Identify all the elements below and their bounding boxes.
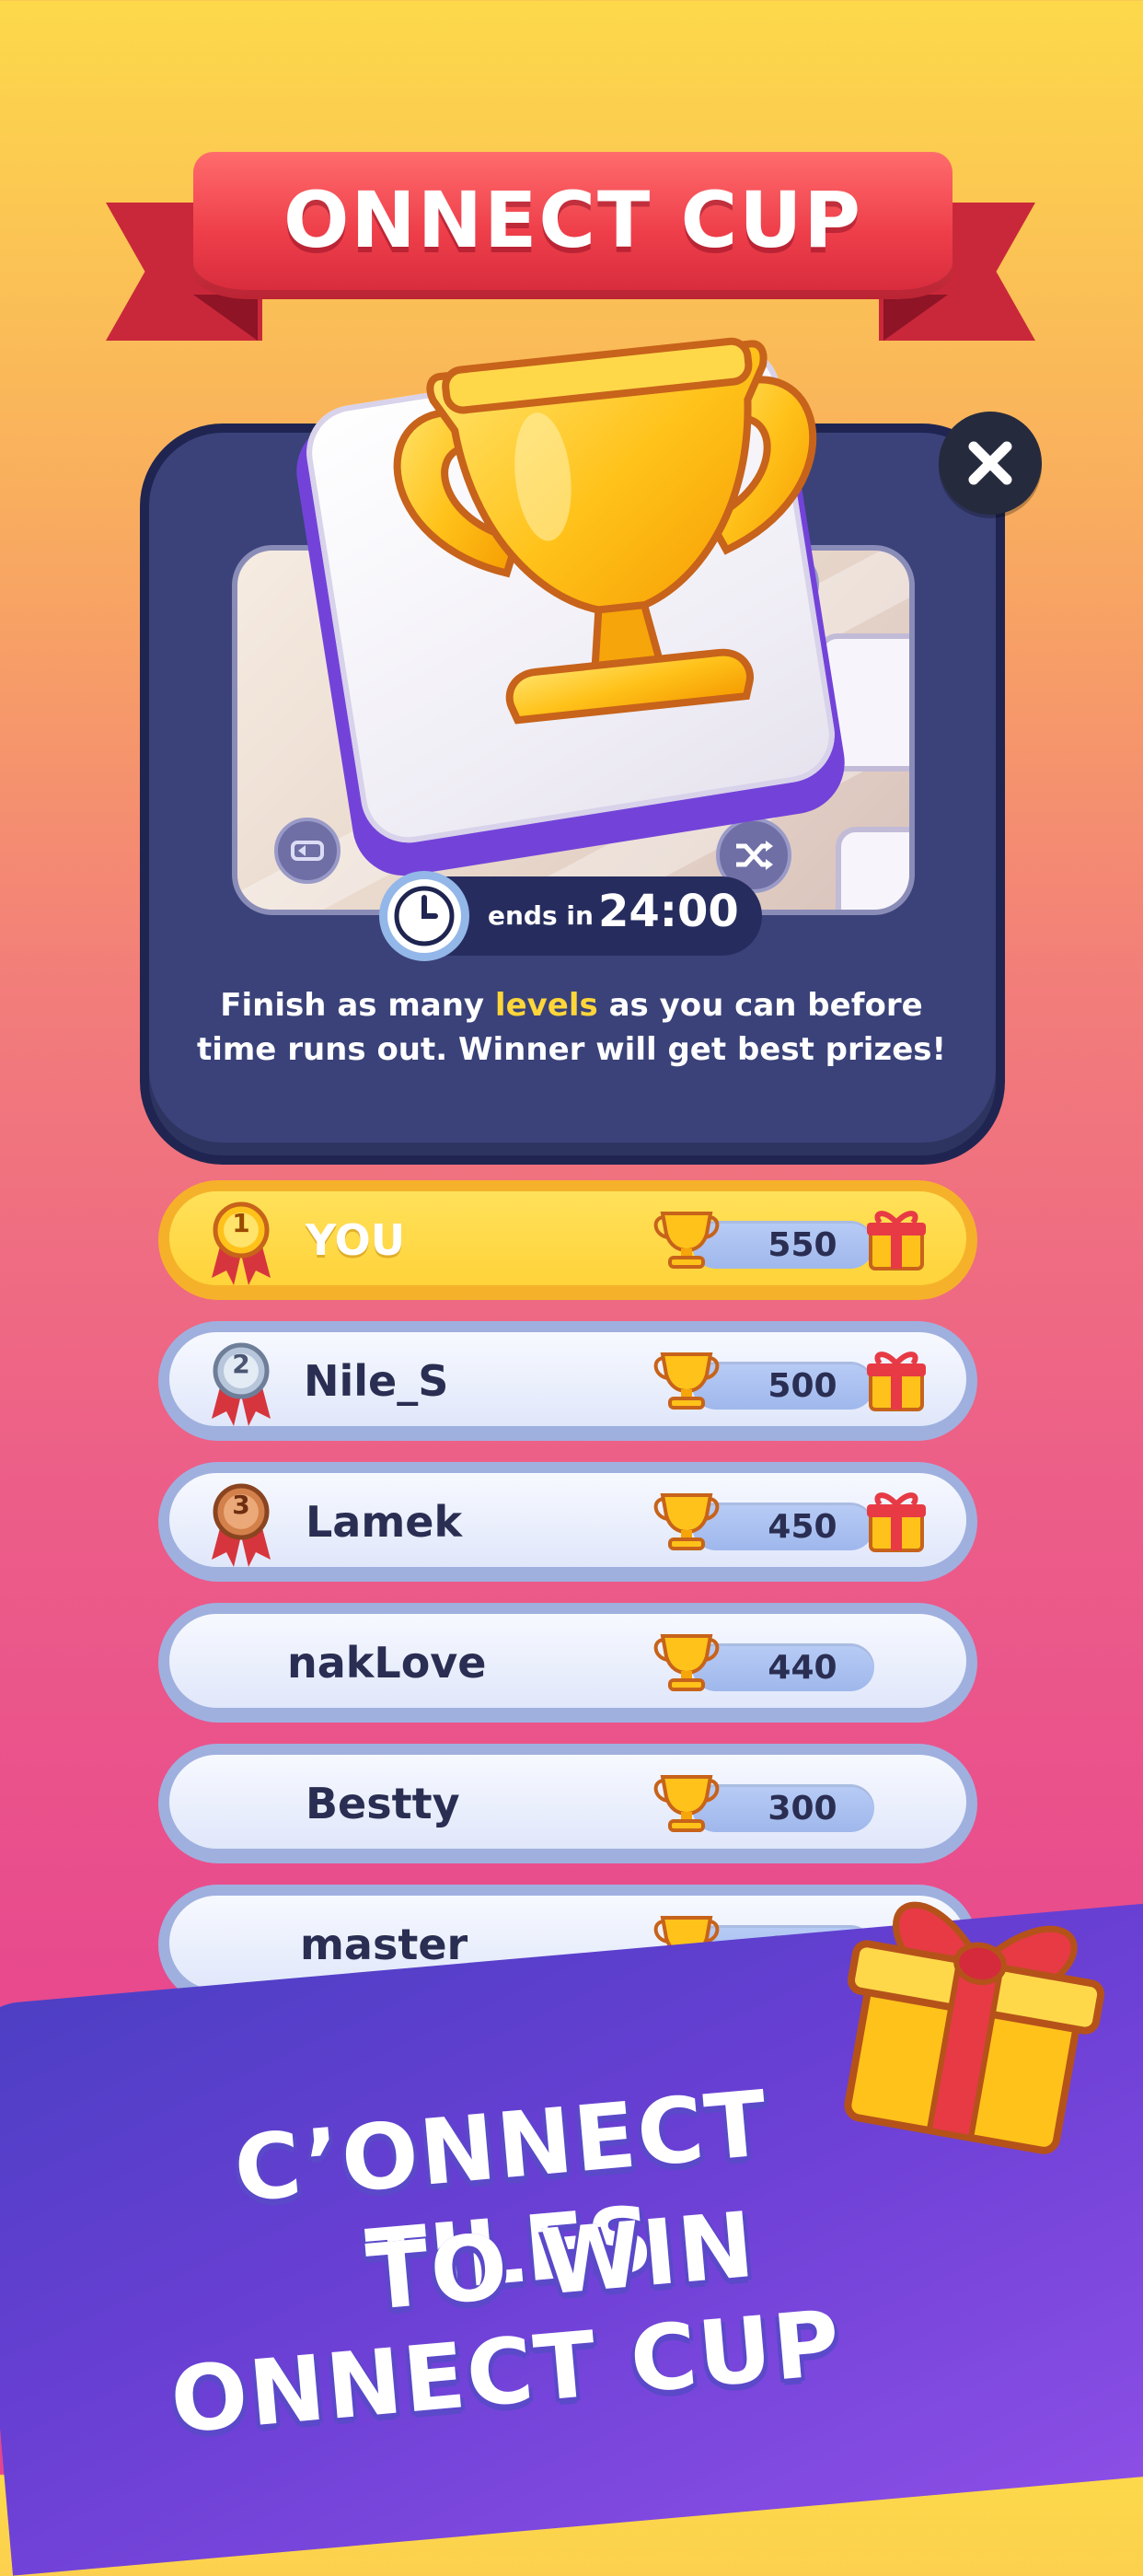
trophy-icon: [393, 337, 817, 725]
board-tile: [836, 827, 909, 910]
close-button[interactable]: [939, 412, 1042, 515]
undo-icon: [274, 818, 341, 884]
trophy-icon: [653, 1493, 720, 1550]
leaderboard-row-3: 3 Lamek 450: [158, 1462, 977, 1582]
player-score: 300: [768, 1790, 837, 1828]
player-name: Lamek: [306, 1497, 463, 1547]
trophy-icon: [653, 1352, 720, 1410]
leaderboard-row-1: 1 YOU 550: [158, 1180, 977, 1300]
leaderboard-row-2: 2 Nile_S 500: [158, 1321, 977, 1441]
player-name: Bestty: [306, 1779, 460, 1828]
event-description: Finish as many levels as you can before …: [196, 987, 947, 1068]
rank-number: 1: [232, 1208, 250, 1238]
leaderboard-row-5: Bestty 300: [158, 1744, 977, 1863]
trophy-icon: [653, 1212, 720, 1269]
rank-number: 2: [232, 1349, 250, 1379]
highlight-levels: levels: [494, 987, 598, 1024]
clock-icon: [379, 871, 469, 961]
player-name: YOU: [306, 1215, 406, 1265]
leaderboard-row-4: nakLove 440: [158, 1603, 977, 1723]
player-score: 440: [768, 1649, 837, 1687]
timer-label: ends in: [488, 900, 594, 931]
player-score: 450: [768, 1508, 837, 1546]
page-title: ONNECT CUP: [283, 175, 862, 265]
player-name: nakLove: [287, 1638, 487, 1688]
trophy-icon: [653, 1634, 720, 1691]
player-name: master: [300, 1920, 468, 1969]
gift-icon[interactable]: [861, 1488, 931, 1554]
player-name: Nile_S: [304, 1356, 449, 1406]
gift-icon[interactable]: [861, 1206, 931, 1272]
gift-icon[interactable]: [861, 1347, 931, 1413]
close-icon: [968, 441, 1012, 485]
timer-value: 24:00: [598, 886, 739, 937]
player-score: 500: [768, 1367, 837, 1405]
rank-number: 3: [232, 1490, 250, 1520]
trophy-icon: [653, 1775, 720, 1832]
player-score: 550: [768, 1226, 837, 1264]
